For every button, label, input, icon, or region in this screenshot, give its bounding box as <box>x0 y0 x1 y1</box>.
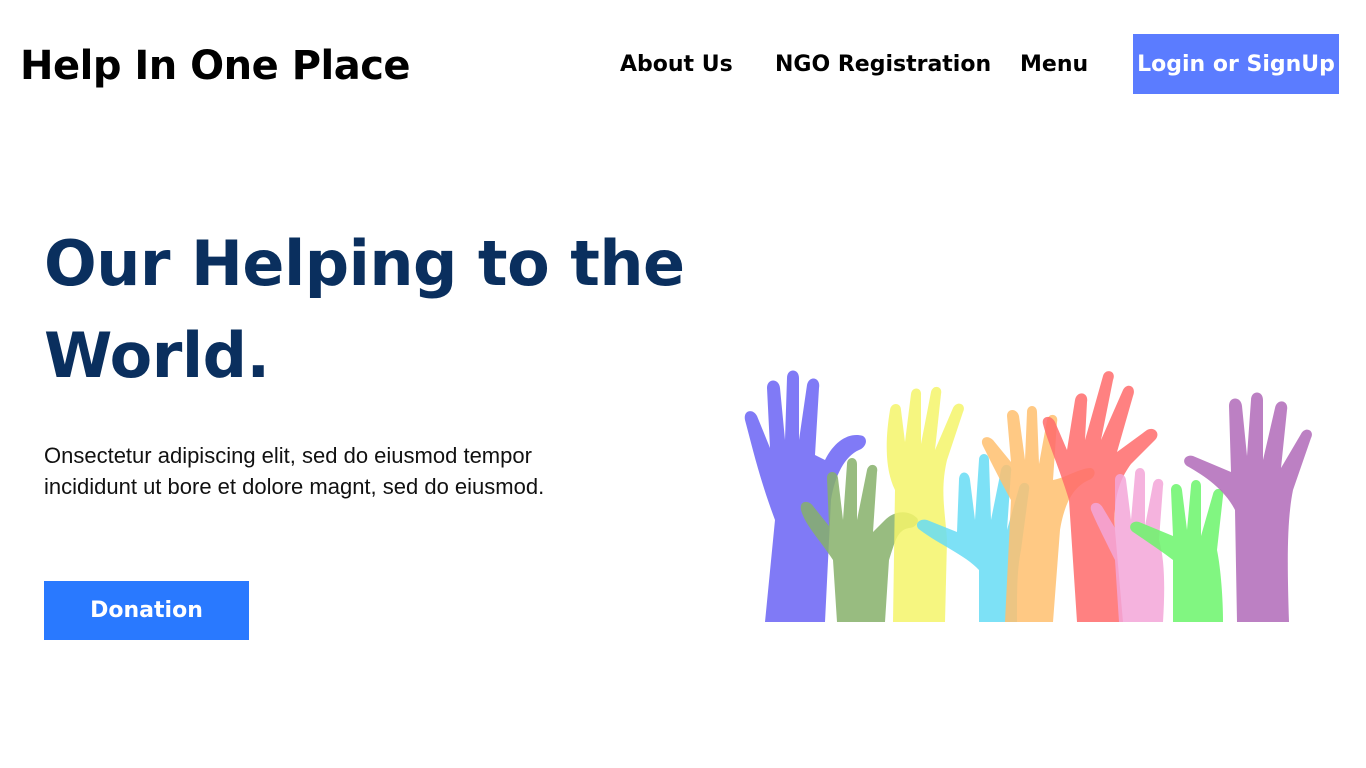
donation-button[interactable]: Donation <box>44 581 249 640</box>
site-logo-text[interactable]: Help In One Place <box>20 40 411 92</box>
login-signup-button[interactable]: Login or SignUp <box>1133 34 1339 94</box>
landing-page: Help In One Place About Us NGO Registrat… <box>0 0 1366 768</box>
hero-title: Our Helping to the World. <box>44 227 685 392</box>
nav-link-about-us[interactable]: About Us <box>620 50 733 80</box>
hand-yellow-icon <box>886 386 964 622</box>
raised-hands-illustration <box>744 370 1312 622</box>
nav-link-ngo-registration[interactable]: NGO Registration <box>775 50 991 80</box>
nav-link-menu[interactable]: Menu <box>1020 50 1088 80</box>
hero-description: Onsectetur adipiscing elit, sed do eiusm… <box>44 443 545 499</box>
